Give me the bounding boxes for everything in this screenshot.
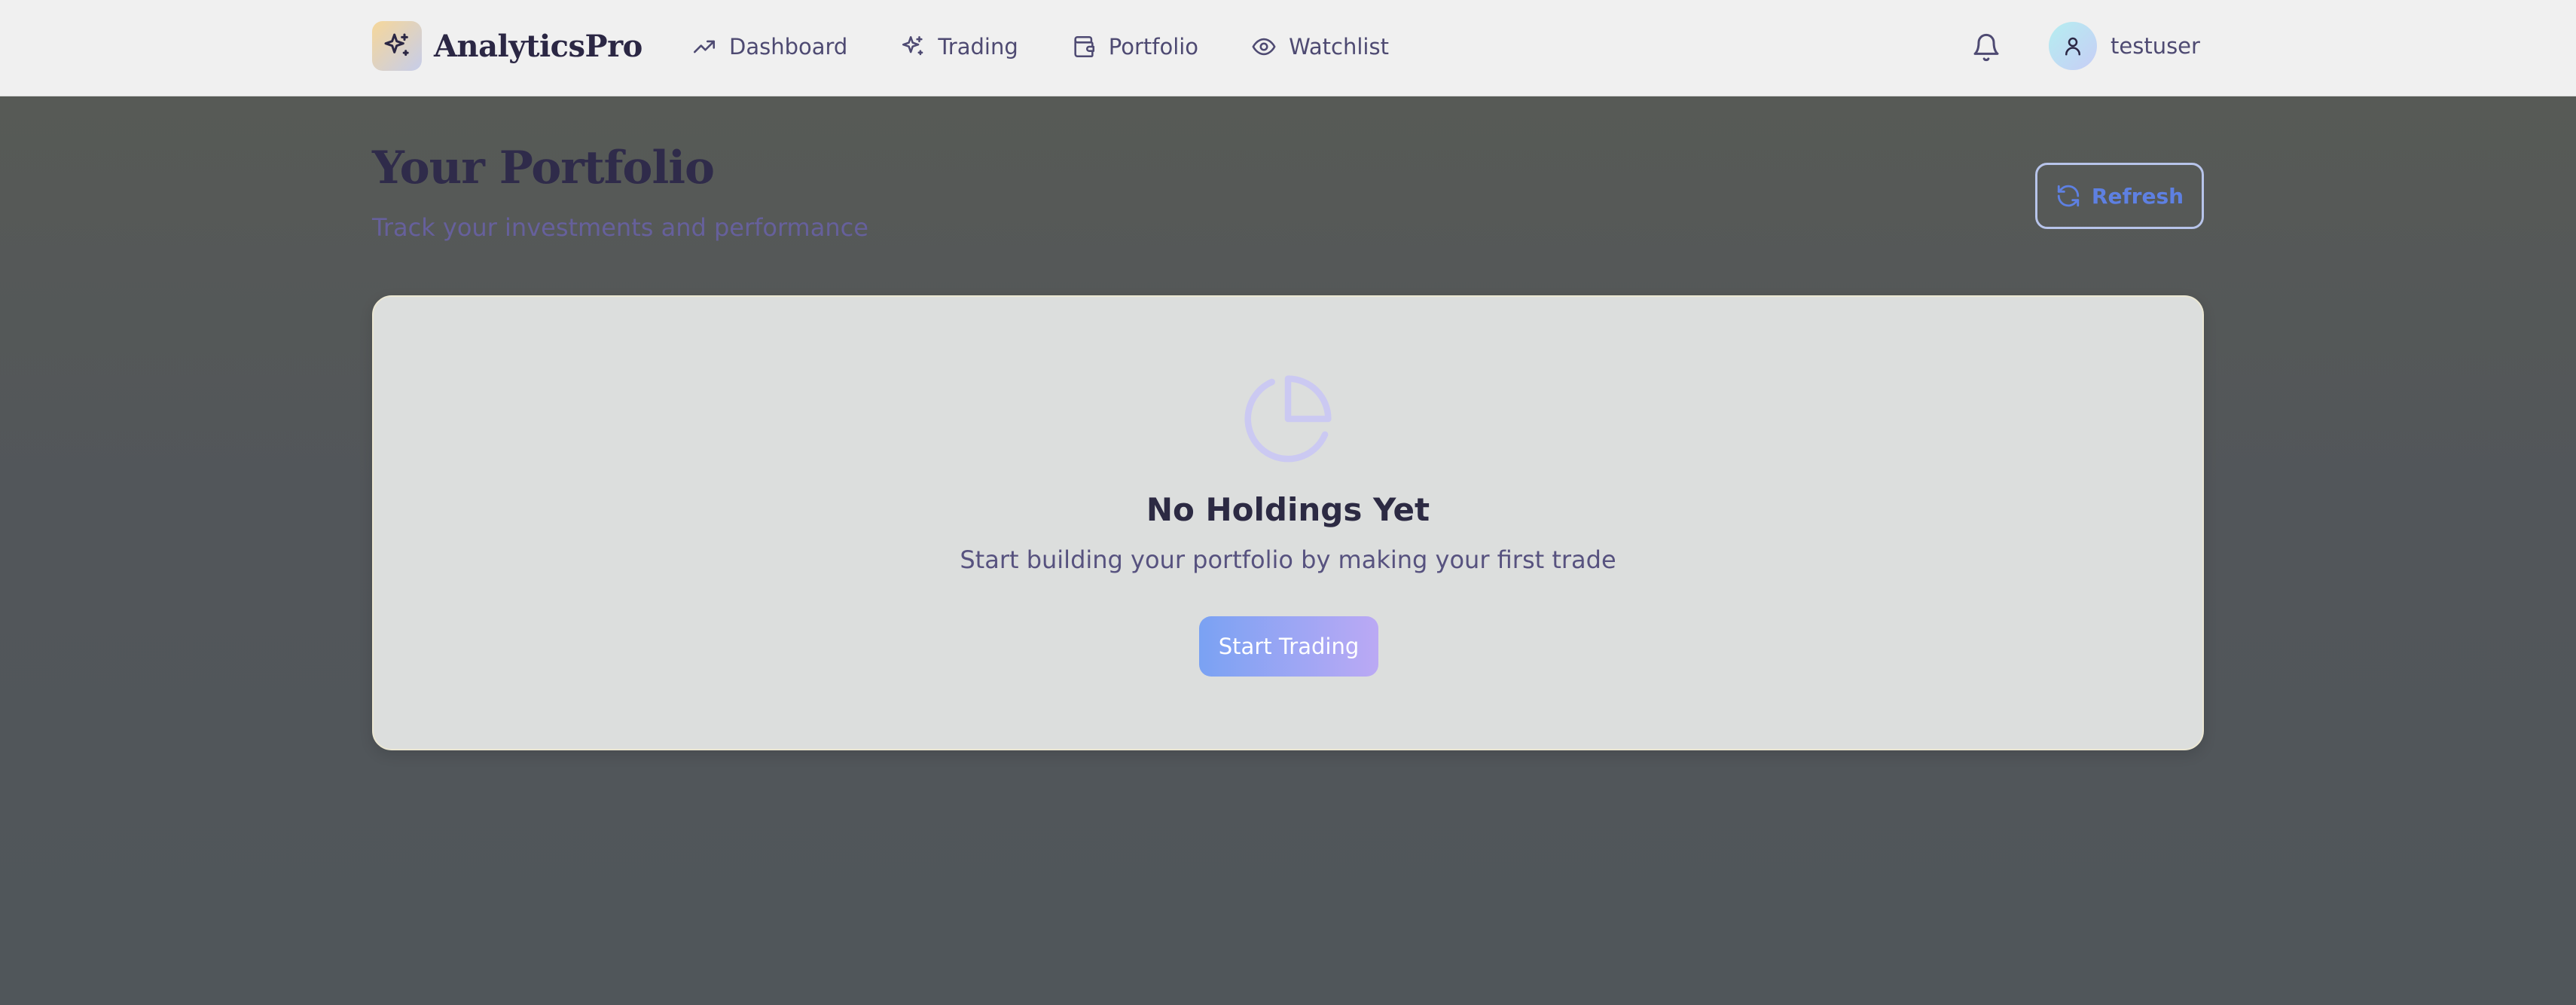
username: testuser [2111, 33, 2200, 59]
nav-item-label: Portfolio [1108, 34, 1199, 60]
nav-item-trading[interactable]: Trading [900, 34, 1018, 60]
page-subtitle: Track your investments and performance [372, 213, 868, 242]
trending-up-icon [693, 40, 716, 53]
nav-item-watchlist[interactable]: Watchlist [1251, 34, 1389, 60]
bell-icon [1973, 33, 1999, 62]
brand-name: AnalyticsPro [434, 28, 642, 64]
eye-icon [1252, 38, 1276, 56]
empty-state-message: Start building your portfolio by making … [960, 545, 1616, 574]
nav-item-portfolio[interactable]: Portfolio [1071, 34, 1198, 60]
wallet-icon [1074, 35, 1094, 58]
empty-state-title: No Holdings Yet [1146, 491, 1430, 528]
main-nav: Dashboard Trading Portfolio Watchlist [691, 24, 1389, 69]
user-icon [2065, 37, 2080, 56]
avatar [2049, 22, 2097, 70]
pie-chart-icon [1244, 375, 1332, 463]
top-navigation-bar: AnalyticsPro Dashboard Trading Portfolio… [0, 0, 2576, 96]
nav-item-label: Trading [938, 34, 1018, 60]
start-trading-button[interactable]: Start Trading [1199, 616, 1378, 677]
brand[interactable]: AnalyticsPro [372, 21, 642, 71]
nav-item-label: Dashboard [729, 34, 848, 60]
nav-item-dashboard[interactable]: Dashboard [691, 34, 847, 60]
sparkles-icon [372, 21, 422, 71]
sparkles-icon [902, 35, 923, 56]
refresh-button[interactable]: Refresh [2035, 163, 2204, 229]
refresh-label: Refresh [2091, 183, 2184, 209]
user-menu[interactable]: testuser [2049, 21, 2200, 71]
refresh-icon [2057, 185, 2080, 207]
empty-holdings-card: No Holdings Yet Start building your port… [372, 295, 2204, 750]
notifications-button[interactable] [1967, 29, 2005, 66]
page-title: Your Portfolio [372, 142, 715, 194]
nav-item-label: Watchlist [1289, 34, 1389, 60]
